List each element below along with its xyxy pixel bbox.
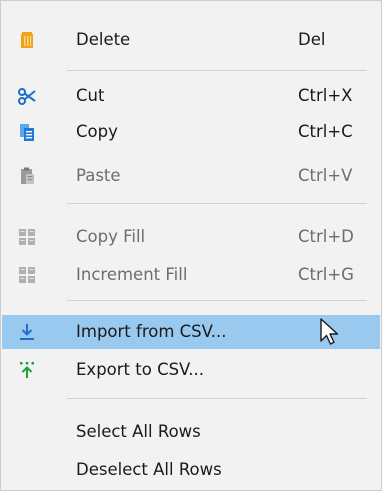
menu-item-copy-fill[interactable]: Copy Fill Ctrl+D xyxy=(2,220,380,254)
menu-item-label: Cut xyxy=(76,86,105,105)
shortcut-text: Ctrl+C xyxy=(298,122,353,141)
menu-item-label: Select All Rows xyxy=(76,422,201,441)
shortcut-text: Del xyxy=(298,30,326,49)
menu-item-label: Deselect All Rows xyxy=(76,460,222,479)
increment-fill-icon xyxy=(16,264,38,286)
menu-item-label: Copy xyxy=(76,122,118,141)
context-menu: Delete Del Cut Ctrl+X Copy Ctrl+C Paste … xyxy=(0,0,382,491)
paste-icon xyxy=(16,165,38,187)
menu-item-label: Paste xyxy=(76,166,121,185)
mouse-pointer-icon xyxy=(319,317,341,347)
menu-separator xyxy=(67,300,367,301)
menu-item-label: Delete xyxy=(76,30,131,49)
menu-item-label: Import from CSV... xyxy=(76,322,227,341)
menu-item-label: Increment Fill xyxy=(76,265,188,284)
shortcut-text: Ctrl+G xyxy=(298,265,354,284)
menu-item-export-csv[interactable]: Export to CSV... xyxy=(2,353,380,387)
menu-separator xyxy=(67,203,367,204)
trash-icon xyxy=(16,29,38,51)
import-arrow-icon xyxy=(16,321,38,343)
menu-item-copy[interactable]: Copy Ctrl+C xyxy=(2,115,380,149)
menu-item-label: Copy Fill xyxy=(76,227,146,246)
menu-separator xyxy=(67,70,367,71)
menu-item-increment-fill[interactable]: Increment Fill Ctrl+G xyxy=(2,258,380,292)
copy-icon xyxy=(16,121,38,143)
menu-item-select-all-rows[interactable]: Select All Rows xyxy=(2,415,380,449)
scissors-icon xyxy=(16,85,38,107)
menu-item-deselect-all-rows[interactable]: Deselect All Rows xyxy=(2,453,380,487)
shortcut-text: Ctrl+D xyxy=(298,227,354,246)
shortcut-text: Ctrl+X xyxy=(298,86,353,105)
menu-separator xyxy=(67,398,367,399)
shortcut-text: Ctrl+V xyxy=(298,166,353,185)
menu-item-label: Export to CSV... xyxy=(76,360,204,379)
copy-fill-icon xyxy=(16,226,38,248)
export-arrow-icon xyxy=(16,359,38,381)
menu-item-cut[interactable]: Cut Ctrl+X xyxy=(2,79,380,113)
menu-item-delete[interactable]: Delete Del xyxy=(2,23,380,57)
menu-item-paste[interactable]: Paste Ctrl+V xyxy=(2,159,380,193)
